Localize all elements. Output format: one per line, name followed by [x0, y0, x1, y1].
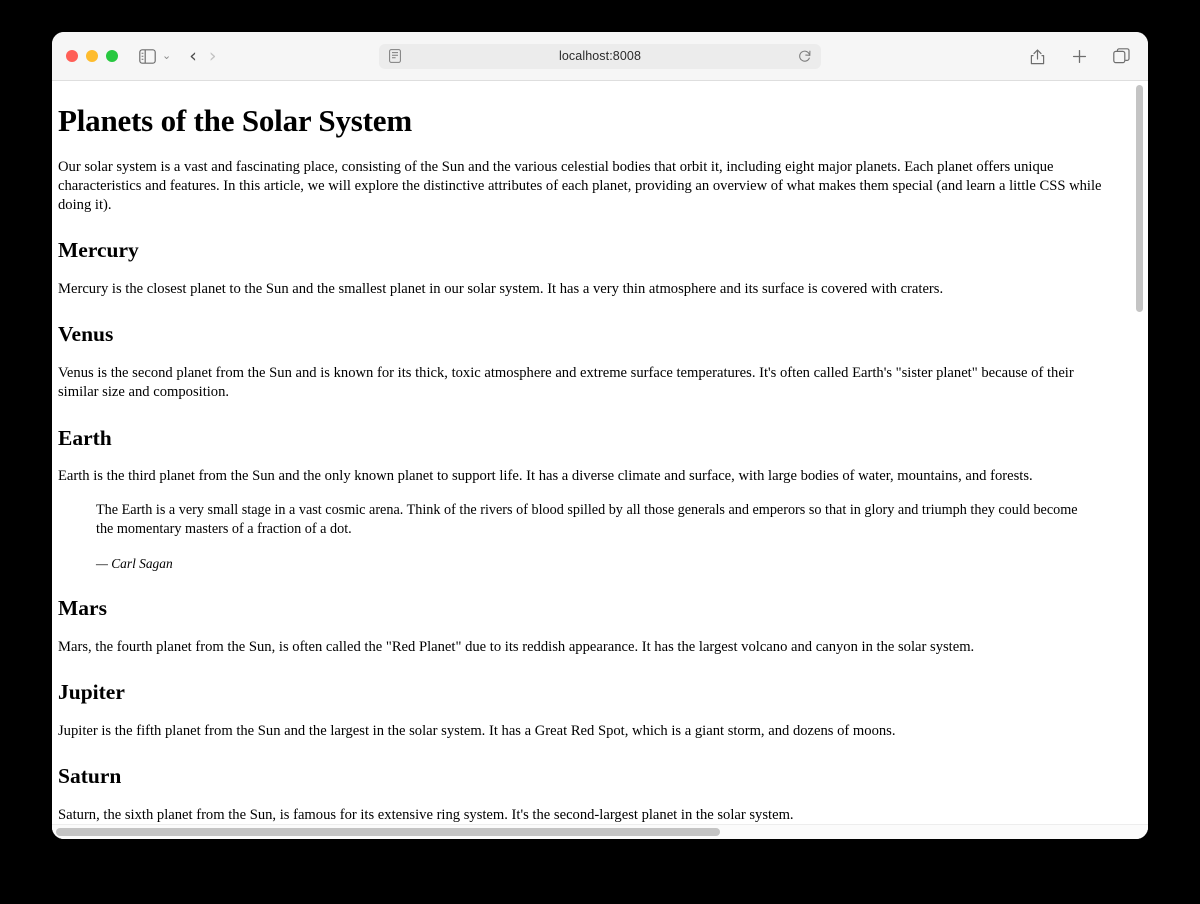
window-controls [66, 50, 118, 62]
section-heading-earth: Earth [58, 425, 112, 450]
page-content: Planets of the Solar System Our solar sy… [52, 81, 1138, 839]
reload-icon[interactable] [797, 48, 813, 64]
share-icon[interactable] [1024, 43, 1050, 69]
vertical-scrollbar-thumb[interactable] [1136, 85, 1143, 312]
close-window-button[interactable] [66, 50, 78, 62]
blockquote-attribution: — Carl Sagan [96, 556, 173, 572]
address-bar[interactable]: localhost:8008 [379, 43, 821, 69]
toolbar-right-actions [1024, 43, 1134, 69]
blockquote-carl-sagan: The Earth is a very small stage in a vas… [96, 501, 1096, 573]
page-title: Planets of the Solar System [58, 103, 412, 138]
page-viewport: Planets of the Solar System Our solar sy… [52, 81, 1148, 839]
navigation-controls: ‹ › [189, 46, 217, 66]
sidebar-icon[interactable] [134, 43, 160, 69]
browser-toolbar: ⌄ ‹ › localhost:8008 [52, 32, 1148, 81]
horizontal-scrollbar-thumb[interactable] [56, 828, 720, 836]
minimize-window-button[interactable] [86, 50, 98, 62]
intro-paragraph: Our solar system is a vast and fascinati… [58, 158, 1102, 214]
vertical-scrollbar[interactable] [1134, 81, 1146, 825]
section-body-mercury: Mercury is the closest planet to the Sun… [58, 281, 944, 298]
article: Planets of the Solar System Our solar sy… [56, 103, 1106, 839]
blockquote-text: The Earth is a very small stage in a vas… [96, 501, 1078, 537]
section-heading-venus: Venus [58, 322, 114, 347]
section-heading-jupiter: Jupiter [58, 679, 125, 704]
section-heading-saturn: Saturn [58, 763, 122, 788]
section-body-earth: Earth is the third planet from the Sun a… [58, 468, 1033, 485]
section-body-mars: Mars, the fourth planet from the Sun, is… [58, 638, 975, 655]
new-tab-icon[interactable] [1066, 43, 1092, 69]
horizontal-scrollbar[interactable] [52, 824, 1148, 839]
sidebar-controls: ⌄ [134, 43, 171, 69]
section-body-saturn: Saturn, the sixth planet from the Sun, i… [58, 806, 794, 823]
section-body-jupiter: Jupiter is the fifth planet from the Sun… [58, 722, 896, 739]
tab-overview-icon[interactable] [1108, 43, 1134, 69]
url-text[interactable]: localhost:8008 [403, 49, 797, 63]
back-button[interactable]: ‹ [189, 46, 197, 66]
chevron-down-icon[interactable]: ⌄ [162, 50, 171, 62]
reader-icon[interactable] [387, 48, 403, 64]
section-body-venus: Venus is the second planet from the Sun … [58, 365, 1074, 401]
section-heading-mars: Mars [58, 595, 107, 620]
browser-window: ⌄ ‹ › localhost:8008 Planets of the Sola… [52, 32, 1148, 839]
forward-button[interactable]: › [209, 46, 217, 66]
section-heading-mercury: Mercury [58, 238, 139, 263]
maximize-window-button[interactable] [106, 50, 118, 62]
